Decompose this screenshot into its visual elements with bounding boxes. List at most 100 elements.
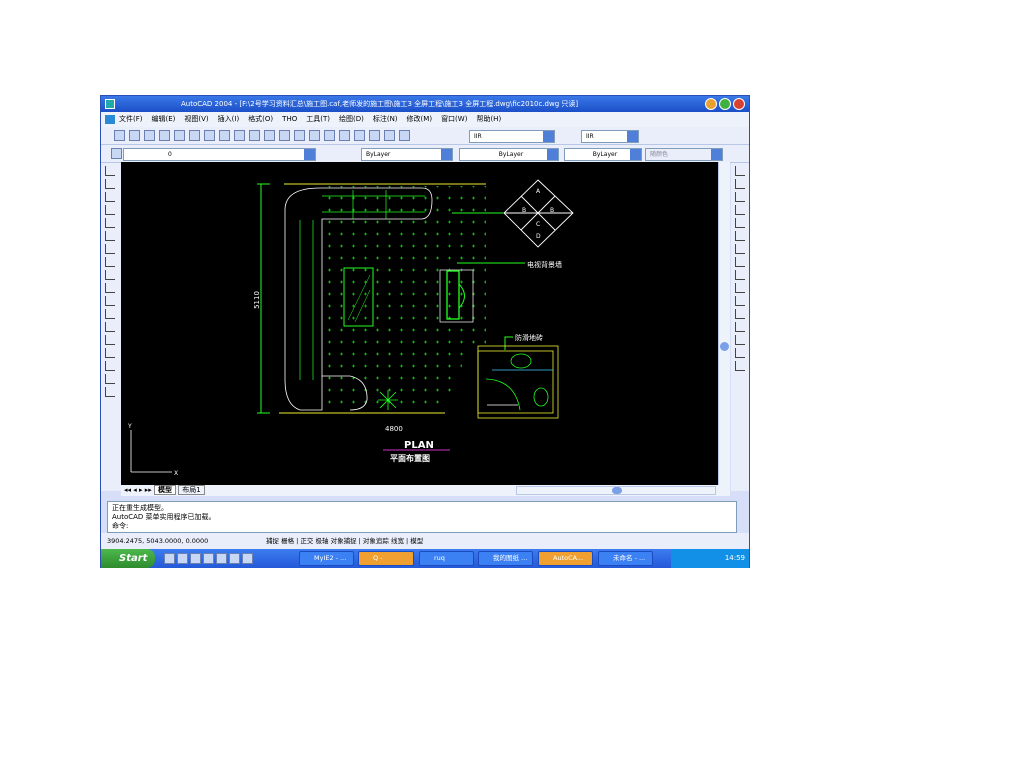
layer-select[interactable]: 0 bbox=[123, 148, 316, 161]
vertical-scrollbar[interactable] bbox=[718, 162, 730, 485]
text-style-select[interactable]: IIR bbox=[469, 130, 555, 143]
fillet-icon[interactable] bbox=[735, 348, 745, 358]
scale-icon[interactable] bbox=[735, 257, 745, 267]
scroll-thumb[interactable] bbox=[720, 342, 729, 351]
layer-manager-icon[interactable] bbox=[111, 148, 122, 159]
zoom-window-icon[interactable] bbox=[323, 130, 335, 141]
zoom-realtime-icon[interactable] bbox=[308, 130, 320, 141]
offset-icon[interactable] bbox=[735, 205, 745, 215]
quick-launch-icon[interactable] bbox=[190, 553, 201, 564]
menu-view[interactable]: 视图(V) bbox=[184, 115, 208, 123]
menu-modify[interactable]: 修改(M) bbox=[407, 115, 433, 123]
menu-tho[interactable]: THO bbox=[282, 115, 297, 123]
print-icon[interactable] bbox=[158, 130, 170, 141]
redo-icon[interactable] bbox=[278, 130, 290, 141]
minimize-button[interactable] bbox=[705, 98, 717, 110]
grid-toggle[interactable]: 栅格 bbox=[281, 537, 294, 545]
quick-launch-icon[interactable] bbox=[229, 553, 240, 564]
menu-file[interactable]: 文件(F) bbox=[119, 115, 143, 123]
quick-launch-icon[interactable] bbox=[177, 553, 188, 564]
make-block-icon[interactable] bbox=[105, 322, 115, 332]
tab-nav-arrows[interactable]: ◂◂ ◂ ▸ ▸▸ bbox=[121, 486, 152, 494]
task-item[interactable]: MyIE2 - ... bbox=[299, 551, 354, 566]
command-prompt[interactable]: 命令: bbox=[112, 522, 732, 531]
help-icon[interactable] bbox=[398, 130, 410, 141]
otrack-toggle[interactable]: 对象追踪 bbox=[363, 537, 389, 545]
pan-icon[interactable] bbox=[293, 130, 305, 141]
new-icon[interactable] bbox=[113, 130, 125, 141]
preview-icon[interactable] bbox=[173, 130, 185, 141]
lwt-toggle[interactable]: 线宽 bbox=[391, 537, 404, 545]
menu-draw[interactable]: 绘图(D) bbox=[339, 115, 364, 123]
trim-icon[interactable] bbox=[735, 283, 745, 293]
model-toggle[interactable]: 模型 bbox=[410, 537, 423, 545]
menu-window[interactable]: 窗口(W) bbox=[441, 115, 467, 123]
join-icon[interactable] bbox=[735, 322, 745, 332]
ortho-toggle[interactable]: 正交 bbox=[300, 537, 313, 545]
polyline-icon[interactable] bbox=[105, 192, 115, 202]
lineweight-select[interactable]: ByLayer bbox=[564, 148, 642, 161]
snap-toggle[interactable]: 捕捉 bbox=[266, 537, 279, 545]
osnap-toggle[interactable]: 对象捕捉 bbox=[331, 537, 357, 545]
menu-insert[interactable]: 插入(I) bbox=[218, 115, 240, 123]
quick-launch-icon[interactable] bbox=[203, 553, 214, 564]
quick-launch[interactable] bbox=[163, 553, 273, 564]
insert-block-icon[interactable] bbox=[105, 309, 115, 319]
quick-launch-icon[interactable] bbox=[242, 553, 253, 564]
polar-toggle[interactable]: 极轴 bbox=[315, 537, 328, 545]
region-icon[interactable] bbox=[105, 361, 115, 371]
move-icon[interactable] bbox=[735, 231, 745, 241]
task-item[interactable]: Q - bbox=[358, 551, 414, 566]
undo-icon[interactable] bbox=[263, 130, 275, 141]
color-select[interactable]: ByLayer bbox=[361, 148, 453, 161]
mtext-icon[interactable] bbox=[105, 387, 115, 397]
command-window[interactable]: 正在重生成模型。 AutoCAD 菜单实用程序已加载。 命令: bbox=[107, 501, 737, 533]
close-button[interactable] bbox=[733, 98, 745, 110]
array-icon[interactable] bbox=[735, 218, 745, 228]
start-button[interactable]: Start bbox=[101, 549, 155, 568]
copy-icon[interactable] bbox=[218, 130, 230, 141]
menu-tools[interactable]: 工具(T) bbox=[306, 115, 330, 123]
dim-style-select[interactable]: IIR bbox=[581, 130, 639, 143]
copy-object-icon[interactable] bbox=[735, 179, 745, 189]
task-item[interactable]: 未命名 - ... bbox=[598, 551, 653, 566]
quick-launch-icon[interactable] bbox=[216, 553, 227, 564]
task-item[interactable]: 我的图纸 ... bbox=[478, 551, 533, 566]
ellipse-icon[interactable] bbox=[105, 283, 115, 293]
menu-help[interactable]: 帮助(H) bbox=[476, 115, 501, 123]
menu-format[interactable]: 格式(O) bbox=[248, 115, 273, 123]
publish-icon[interactable] bbox=[188, 130, 200, 141]
line-icon[interactable] bbox=[105, 166, 115, 176]
drawing-canvas[interactable]: 5110 A B B C D 电视背景墙 防滑地砖 4800 PLAN 平面布置… bbox=[121, 162, 718, 485]
quick-launch-icon[interactable] bbox=[164, 553, 175, 564]
rotate-icon[interactable] bbox=[735, 244, 745, 254]
break-icon[interactable] bbox=[735, 309, 745, 319]
construction-line-icon[interactable] bbox=[105, 179, 115, 189]
mirror-icon[interactable] bbox=[735, 192, 745, 202]
design-center-icon[interactable] bbox=[368, 130, 380, 141]
match-icon[interactable] bbox=[248, 130, 260, 141]
rectangle-icon[interactable] bbox=[105, 218, 115, 228]
scroll-thumb[interactable] bbox=[612, 487, 622, 494]
arc-icon[interactable] bbox=[105, 231, 115, 241]
stretch-icon[interactable] bbox=[735, 270, 745, 280]
linetype-select[interactable]: ByLayer bbox=[459, 148, 559, 161]
menu-dimension[interactable]: 标注(N) bbox=[373, 115, 398, 123]
revcloud-icon[interactable] bbox=[105, 257, 115, 267]
polygon-icon[interactable] bbox=[105, 205, 115, 215]
explode-icon[interactable] bbox=[735, 361, 745, 371]
paste-icon[interactable] bbox=[233, 130, 245, 141]
extend-icon[interactable] bbox=[735, 296, 745, 306]
horizontal-scrollbar[interactable] bbox=[516, 486, 716, 495]
task-item[interactable]: ruq bbox=[419, 551, 474, 566]
tool-palette-icon[interactable] bbox=[383, 130, 395, 141]
save-icon[interactable] bbox=[143, 130, 155, 141]
point-icon[interactable] bbox=[105, 335, 115, 345]
zoom-previous-icon[interactable] bbox=[338, 130, 350, 141]
tab-model[interactable]: 模型 bbox=[154, 485, 176, 495]
table-icon[interactable] bbox=[105, 374, 115, 384]
plot-style-select[interactable]: 随颜色 bbox=[645, 148, 723, 161]
spline-icon[interactable] bbox=[105, 270, 115, 280]
maximize-button[interactable] bbox=[719, 98, 731, 110]
menu-edit[interactable]: 编辑(E) bbox=[152, 115, 176, 123]
